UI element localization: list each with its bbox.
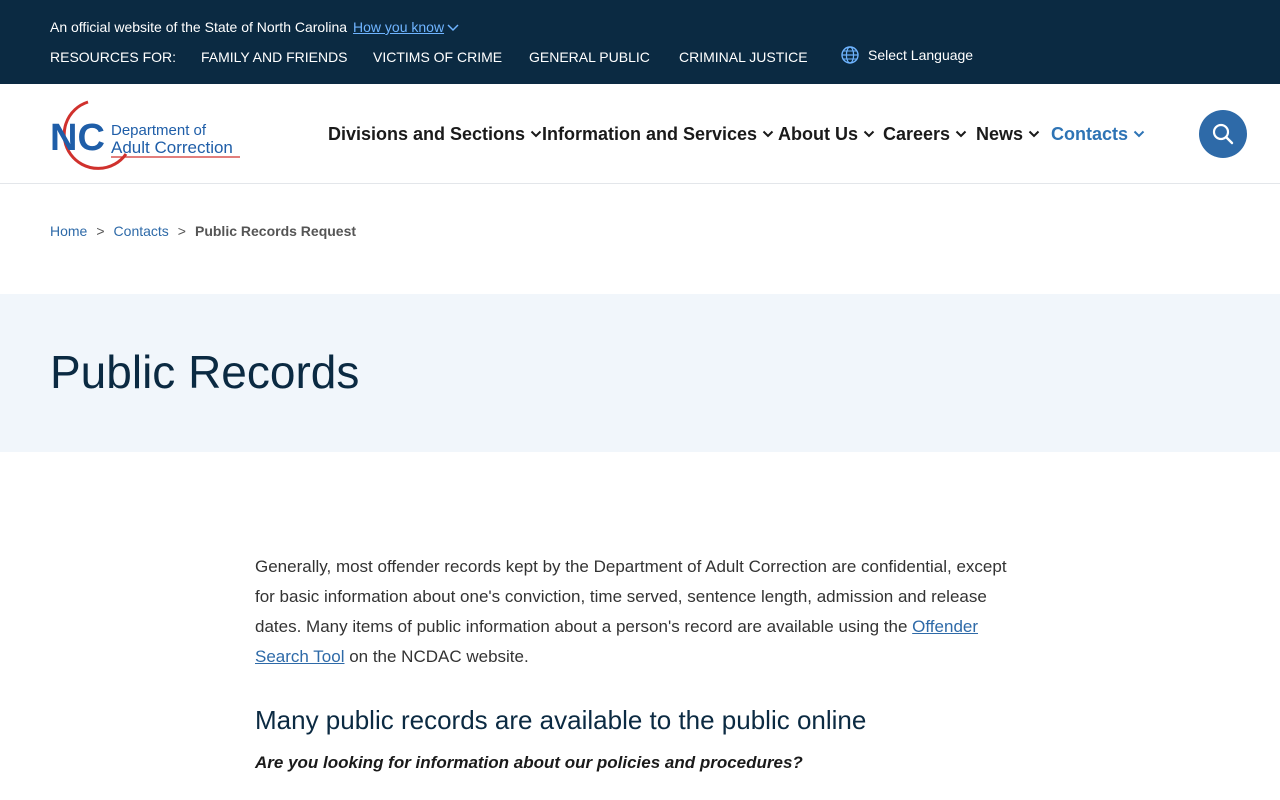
- nav-label: Careers: [883, 124, 951, 144]
- official-banner: An official website of the State of Nort…: [50, 17, 460, 37]
- how-you-know-link[interactable]: How you know: [353, 19, 460, 35]
- main-content: Generally, most offender records kept by…: [255, 552, 1015, 775]
- logo-mark: NC: [50, 117, 105, 159]
- nav-label: Information and Services: [542, 124, 758, 144]
- page-hero: Public Records: [0, 294, 1280, 452]
- nav-label: Contacts: [1051, 124, 1129, 144]
- logo-line1: Department of: [111, 122, 207, 139]
- breadcrumb-contacts[interactable]: Contacts: [114, 223, 169, 239]
- select-language-label: Select Language: [868, 47, 974, 63]
- breadcrumb: Home > Contacts > Public Records Request: [50, 221, 356, 241]
- logo-line2: Adult Correction: [111, 138, 233, 157]
- select-language-button[interactable]: Select Language: [840, 45, 973, 65]
- official-text: An official website of the State of Nort…: [50, 19, 348, 35]
- nav-label: News: [976, 124, 1024, 144]
- chevron-down-icon: [863, 130, 875, 138]
- chevron-down-icon: [955, 130, 967, 138]
- utility-bar: An official website of the State of Nort…: [0, 0, 1280, 84]
- breadcrumb-separator: >: [177, 223, 186, 239]
- nav-item-contacts[interactable]: Contacts: [1051, 120, 1145, 148]
- resources-label: RESOURCES FOR:: [50, 49, 177, 65]
- chevron-down-icon: [762, 130, 774, 138]
- intro-text-end: on the NCDAC website.: [344, 647, 529, 666]
- globe-icon: [841, 46, 859, 64]
- resource-link-family-and-friends[interactable]: FAMILY AND FRIENDS: [201, 47, 348, 67]
- nav-item-about-us[interactable]: About Us: [778, 120, 875, 148]
- site-header: NC Department of Adult Correction Divisi…: [0, 84, 1280, 184]
- breadcrumb-current: Public Records Request: [194, 223, 357, 239]
- chevron-down-icon: [1028, 130, 1040, 138]
- chevron-down-icon: [447, 24, 459, 32]
- how-you-know-label: How you know: [353, 19, 445, 35]
- chevron-down-icon: [530, 130, 542, 138]
- policies-question: Are you looking for information about ou…: [255, 753, 803, 772]
- resource-link-general-public[interactable]: GENERAL PUBLIC: [529, 47, 650, 67]
- nav-item-careers[interactable]: Careers: [883, 120, 967, 148]
- intro-paragraph: Generally, most offender records kept by…: [255, 552, 1015, 672]
- breadcrumb-home[interactable]: Home: [50, 223, 87, 239]
- ncdac-logo[interactable]: NC Department of Adult Correction: [50, 96, 250, 172]
- nav-label: About Us: [778, 124, 858, 144]
- nav-item-information-and-services[interactable]: Information and Services: [542, 120, 774, 148]
- intro-text: Generally, most offender records kept by…: [255, 557, 1007, 636]
- search-button[interactable]: [1199, 110, 1247, 158]
- logo-graphic: NC Department of Adult Correction: [50, 100, 240, 170]
- nav-item-divisions-and-sections[interactable]: Divisions and Sections: [328, 120, 542, 148]
- resource-link-criminal-justice[interactable]: CRIMINAL JUSTICE: [679, 47, 808, 67]
- nav-label: Divisions and Sections: [328, 124, 526, 144]
- page-title: Public Records: [50, 346, 360, 398]
- resource-link-victims-of-crime[interactable]: VICTIMS OF CRIME: [373, 47, 502, 67]
- search-icon: [1212, 123, 1234, 145]
- chevron-down-icon: [1133, 130, 1145, 138]
- nav-item-news[interactable]: News: [976, 120, 1040, 148]
- section-heading: Many public records are available to the…: [255, 705, 867, 735]
- breadcrumb-separator: >: [96, 223, 105, 239]
